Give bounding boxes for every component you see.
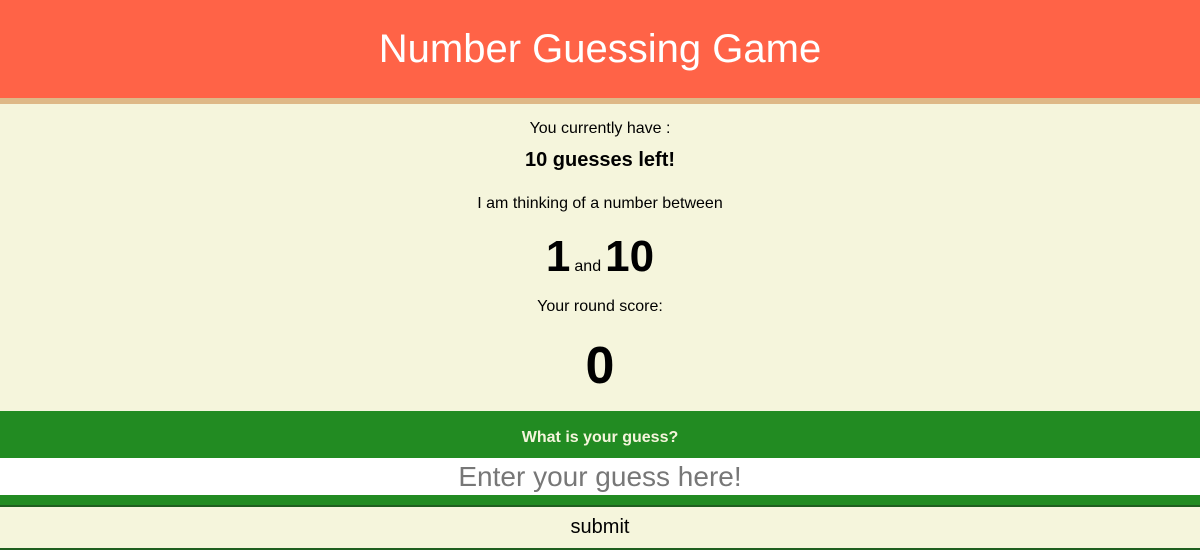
guess-input[interactable] — [0, 458, 1200, 495]
score-label: Your round score: — [537, 298, 663, 315]
game-status-panel: You currently have : 10 guesses left! I … — [0, 104, 1200, 411]
range-and-text: and — [574, 258, 602, 275]
number-range: 1 and10 — [0, 232, 1200, 282]
range-max-value: 10 — [605, 232, 655, 281]
guesses-intro-text: You currently have : — [529, 120, 671, 137]
submit-button[interactable]: submit — [0, 505, 1200, 550]
guess-label: What is your guess? — [521, 429, 679, 446]
page-title: Number Guessing Game — [378, 27, 822, 71]
guesses-left-text: 10 guesses left! — [524, 149, 676, 171]
score-value: 0 — [585, 337, 615, 395]
guess-form: What is your guess? — [0, 411, 1200, 506]
page-header: Number Guessing Game — [0, 0, 1200, 104]
range-intro-text: I am thinking of a number between — [477, 195, 723, 212]
range-min-value: 1 — [545, 232, 571, 281]
